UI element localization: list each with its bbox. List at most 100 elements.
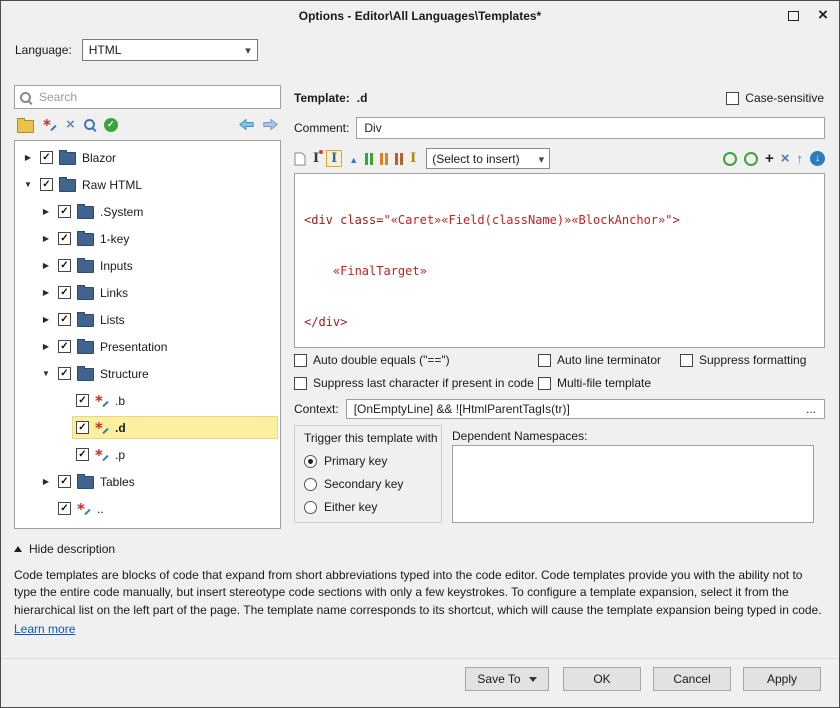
suppress-last-char-option: Suppress last character if present in co…	[294, 376, 534, 390]
tree-checkbox[interactable]	[76, 421, 89, 434]
tree-item-label[interactable]: Links	[100, 286, 128, 300]
remove-field-icon[interactable]	[781, 151, 790, 166]
paired-markers-orange-icon[interactable]	[380, 153, 388, 165]
tree-item-label[interactable]: Blazor	[82, 151, 116, 165]
apply-button[interactable]: Apply	[743, 667, 821, 691]
suppress-last-char-checkbox[interactable]	[294, 377, 307, 390]
tree-row: .System	[15, 198, 280, 225]
select-to-insert-dropdown[interactable]: (Select to insert)	[426, 148, 550, 169]
expander-collapsed-icon[interactable]	[38, 477, 54, 486]
navigate-forward-icon[interactable]	[263, 119, 278, 130]
expander-collapsed-icon[interactable]	[38, 207, 54, 216]
case-sensitive-option: Case-sensitive	[726, 91, 824, 105]
tree-checkbox[interactable]	[76, 394, 89, 407]
tree-checkbox[interactable]	[58, 286, 71, 299]
tree-item-label[interactable]: .d	[115, 421, 126, 435]
tree-row: Links	[15, 279, 280, 306]
tree-item-label[interactable]: .p	[115, 448, 125, 462]
tree-item-label[interactable]: 1-key	[100, 232, 129, 246]
new-document-icon[interactable]	[294, 152, 306, 166]
close-button[interactable]	[809, 1, 837, 31]
case-sensitive-checkbox[interactable]	[726, 92, 739, 105]
paired-markers-brown-icon[interactable]	[395, 153, 403, 165]
tree-item-label[interactable]: Raw HTML	[82, 178, 142, 192]
expander-collapsed-icon[interactable]	[20, 153, 36, 162]
tree-checkbox[interactable]	[40, 151, 53, 164]
expander-collapsed-icon[interactable]	[38, 288, 54, 297]
tree-item-label[interactable]: Lists	[100, 313, 125, 327]
tree-item-label[interactable]: Inputs	[100, 259, 133, 273]
move-up-icon[interactable]	[797, 152, 804, 166]
search-input[interactable]	[37, 89, 275, 105]
jump-next-icon[interactable]	[744, 152, 758, 166]
secondary-key-radio[interactable]	[304, 478, 317, 491]
trigger-primary-option: Primary key	[304, 454, 432, 468]
comment-input[interactable]	[362, 120, 819, 136]
paired-markers-green-icon[interactable]	[365, 153, 373, 165]
expander-collapsed-icon[interactable]	[38, 261, 54, 270]
tree-item-label[interactable]: Presentation	[100, 340, 167, 354]
expander-collapsed-icon[interactable]	[38, 315, 54, 324]
tree-item-label[interactable]: Structure	[100, 367, 149, 381]
expander-collapsed-icon[interactable]	[38, 342, 54, 351]
auto-double-equals-checkbox[interactable]	[294, 354, 307, 367]
expander-expanded-icon[interactable]	[20, 180, 36, 189]
tree-checkbox[interactable]	[40, 178, 53, 191]
titlebar: Options - Editor\All Languages\Templates…	[1, 1, 839, 31]
context-browse-button[interactable]: ...	[803, 402, 819, 416]
find-icon[interactable]	[84, 119, 95, 130]
either-key-radio[interactable]	[304, 501, 317, 514]
multi-file-template-label: Multi-file template	[557, 376, 651, 390]
expander-expanded-icon[interactable]	[38, 369, 54, 378]
primary-key-label: Primary key	[324, 454, 387, 468]
tree-item-label[interactable]: Tables	[100, 475, 135, 489]
auto-line-terminator-checkbox[interactable]	[538, 354, 551, 367]
template-tree: Blazor Raw HTML .System 1-key Inputs Lin…	[14, 140, 281, 529]
marker-icon[interactable]	[349, 152, 358, 166]
cancel-button[interactable]: Cancel	[653, 667, 731, 691]
tree-checkbox[interactable]	[58, 232, 71, 245]
tree-checkbox[interactable]	[76, 448, 89, 461]
text-cursor-icon[interactable]	[313, 152, 319, 165]
namespaces-listbox[interactable]	[452, 445, 814, 523]
move-down-icon[interactable]	[810, 151, 825, 166]
tree-checkbox[interactable]	[58, 367, 71, 380]
tree-checkbox[interactable]	[58, 475, 71, 488]
tree-item-label[interactable]: .System	[100, 205, 143, 219]
language-dropdown[interactable]: HTML	[82, 39, 258, 61]
tree-checkbox[interactable]	[58, 502, 71, 515]
jump-prev-icon[interactable]	[723, 152, 737, 166]
template-code-editor[interactable]: <div class="«Caret»«Field(className)»«Bl…	[294, 173, 825, 348]
learn-more-link[interactable]: Learn more	[14, 622, 75, 636]
tree-checkbox[interactable]	[58, 259, 71, 272]
new-template-icon[interactable]	[43, 118, 57, 132]
expander-collapsed-icon[interactable]	[38, 234, 54, 243]
add-field-icon[interactable]	[765, 151, 774, 166]
context-input[interactable]	[352, 401, 803, 417]
apply-label: Apply	[767, 672, 797, 686]
tree-checkbox[interactable]	[58, 205, 71, 218]
hide-description-toggle[interactable]: Hide description	[14, 542, 828, 556]
ok-button[interactable]: OK	[563, 667, 641, 691]
new-category-icon[interactable]	[17, 120, 34, 133]
maximize-button[interactable]	[779, 1, 807, 31]
text-cursor-active-icon[interactable]	[326, 150, 342, 167]
footer-divider	[1, 658, 839, 659]
delete-icon[interactable]	[66, 117, 75, 132]
suppress-formatting-label: Suppress formatting	[699, 353, 806, 367]
primary-key-radio[interactable]	[304, 455, 317, 468]
tree-checkbox[interactable]	[58, 313, 71, 326]
text-cursor-yellow-icon[interactable]	[410, 152, 416, 165]
tree-row: 1-key	[15, 225, 280, 252]
tree-checkbox[interactable]	[58, 340, 71, 353]
code-field: «BlockAnchor»	[571, 213, 665, 227]
multi-file-template-checkbox[interactable]	[538, 377, 551, 390]
validate-icon[interactable]	[104, 118, 118, 132]
save-to-button[interactable]: Save To	[465, 667, 549, 691]
suppress-formatting-checkbox[interactable]	[680, 354, 693, 367]
tree-item-label[interactable]: .b	[115, 394, 125, 408]
folder-icon	[77, 314, 94, 327]
tree-item-label[interactable]: ..	[97, 502, 104, 516]
navigate-back-icon[interactable]	[239, 119, 254, 130]
search-box	[14, 85, 281, 109]
